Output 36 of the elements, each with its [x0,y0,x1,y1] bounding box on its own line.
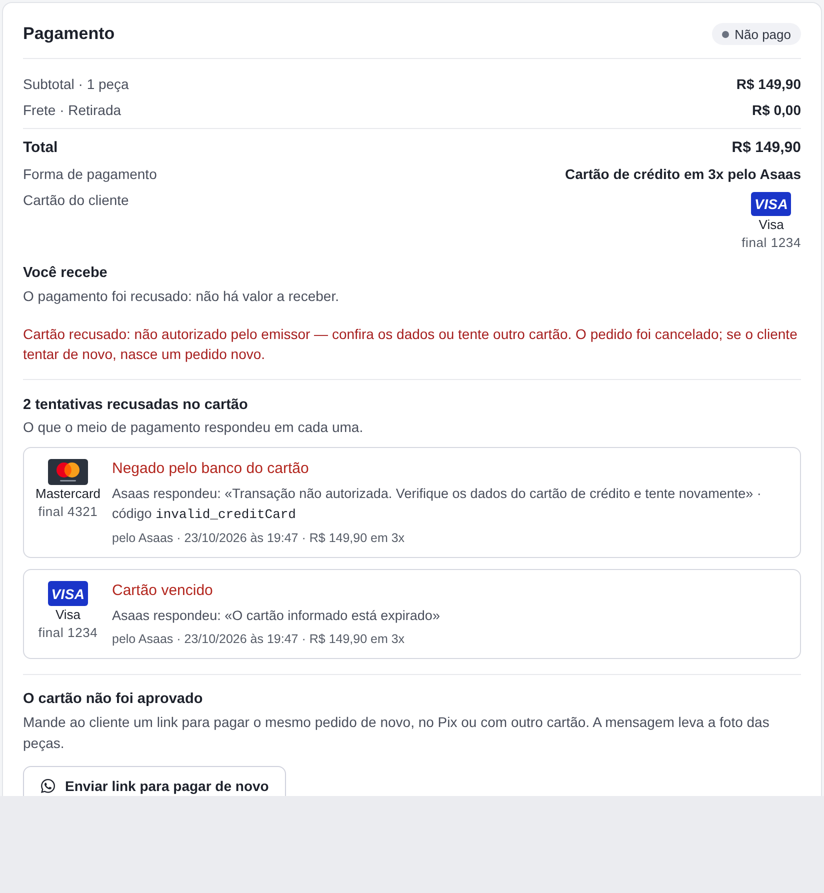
gateway-response: Asaas respondeu: «Transação não autorizada. Verifique os dados do cartão de crédito e tente novamente» · código invalid_creditCard [112,485,762,524]
row-value: R$ 149,90 [736,75,801,94]
attempt-meta: pelo Asaas · 23/10/2026 às 19:47 · R$ 149,90 em 3x [112,631,406,648]
row-label: Forma de pagamento [23,165,157,184]
row-value: R$ 0,00 [752,101,801,120]
card-logo-icon [48,459,88,485]
section-title: 2 tentativas recusadas no cartão [23,396,249,415]
row-label: Cartão do cliente [23,191,129,210]
status-dot-icon [722,30,729,38]
attempt-meta: pelo Asaas · 23/10/2026 às 19:47 · R$ 149,90 em 3x [112,530,406,547]
card-number: final 4321 [38,503,98,521]
row-value: Cartão de crédito em 3x pelo Asaas [564,165,801,184]
card-number: final 1234 [38,624,98,642]
card-logo: VISA [751,192,792,216]
row-label: Subtotal · 1 peça [23,75,129,94]
card-brand-name: Visa [758,216,784,234]
row-value: R$ 149,90 [732,138,801,158]
card-title: Pagamento [23,23,115,45]
row-label: Total [23,138,58,158]
card-brand-name: Visa [55,606,81,624]
section-text: O que o meio de pagamento respondeu em cada uma. [23,418,364,437]
section-title: O cartão não foi aprovado [23,690,204,709]
section-text: O pagamento foi recusado: não há valor a receber. [23,287,340,306]
card-number: final 1234 [742,234,801,252]
phone-chat-icon [40,778,56,794]
section-title: Você recebe [23,264,108,283]
attempt-title: Cartão vencido [112,581,214,601]
row-label: Frete · Retirada [23,101,122,120]
section-text: Mande ao cliente um link para pagar o mesmo pedido de novo, no Pix ou com outro cartão. A mensagem leva a foto das peças. [23,713,770,753]
attempt-title: Negado pelo banco do cartão [112,459,310,479]
send-link-button[interactable]: Enviar link para pagar de novo [23,766,286,796]
error-message: Cartão recusado: não autorizado pelo emissor — confira os dados ou tente outro cartão. O pedido foi cancelado; se o cliente tentar de novo, nasce um pedido novo. [23,325,798,364]
card-brand-name: Mastercard [35,485,101,503]
status-label: Não pago [734,26,791,42]
gateway-response: Asaas respondeu: «O cartão informado está expirado» [112,607,441,625]
card-logo: VISA [48,581,88,606]
